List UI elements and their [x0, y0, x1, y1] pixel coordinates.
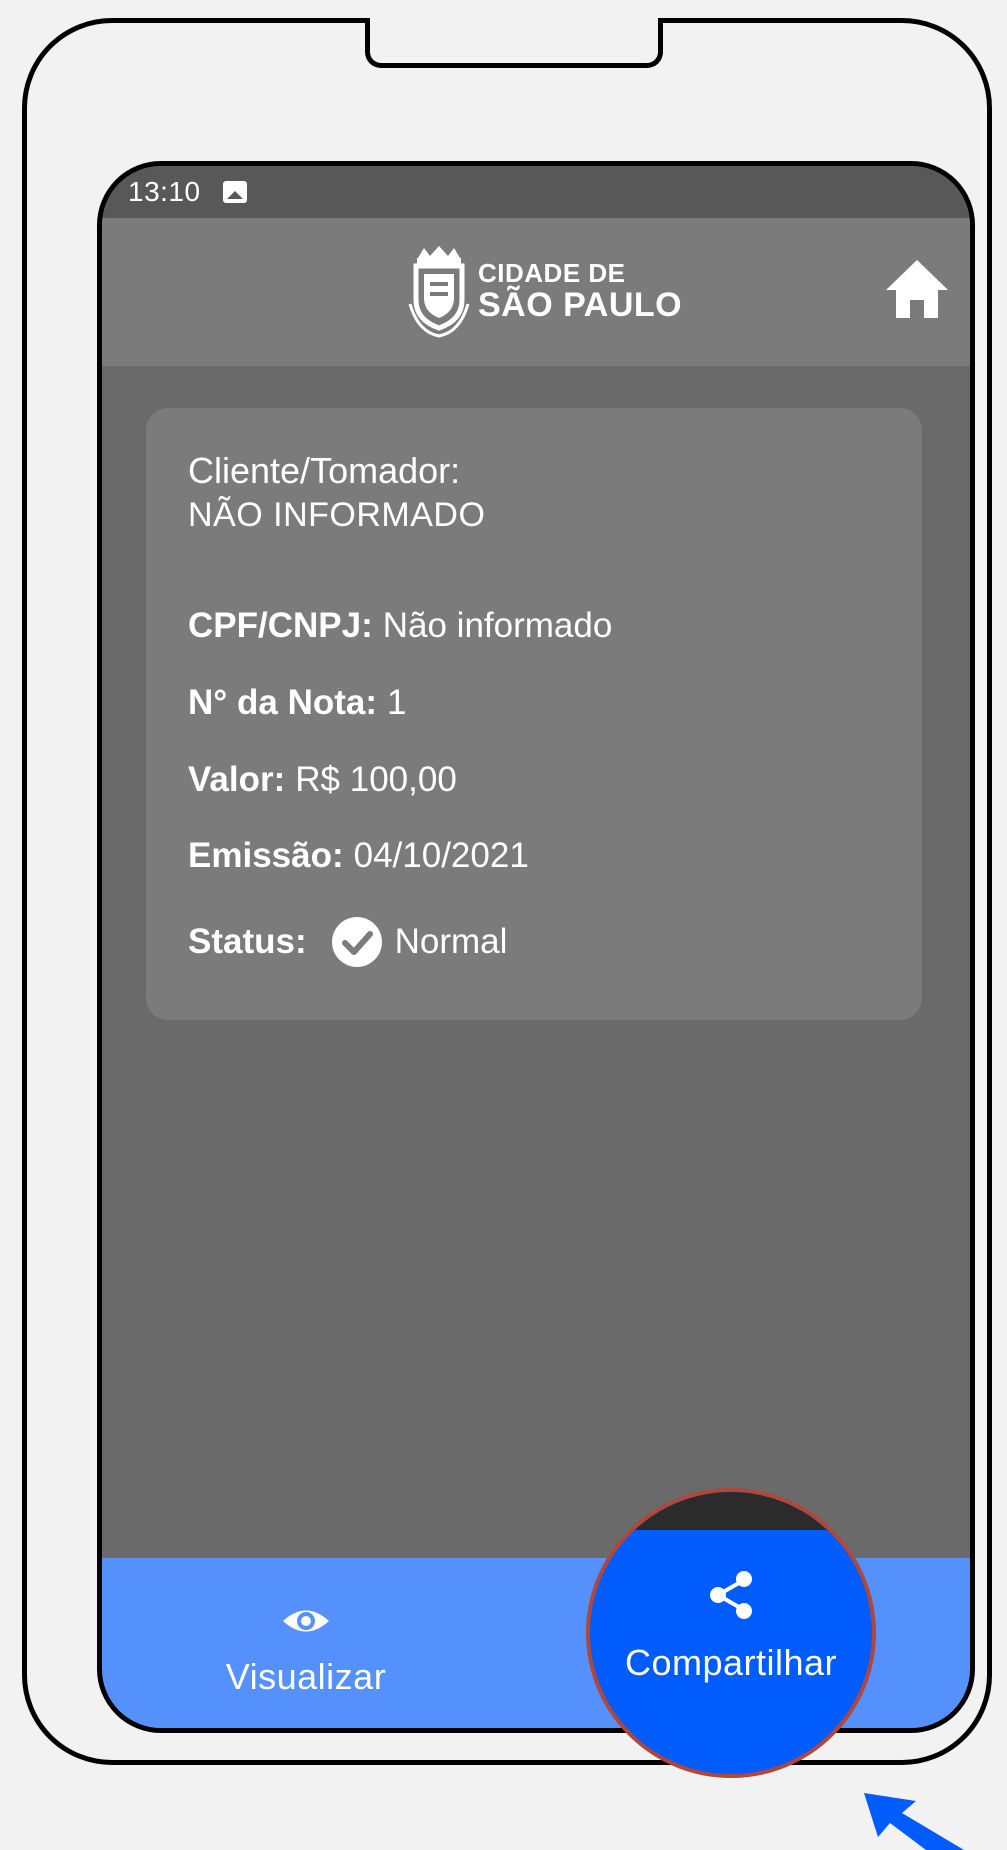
issue-date-row: Emissão: 04/10/2021: [188, 836, 529, 876]
status-bar: 13:10: [102, 166, 970, 218]
share-label: Compartilhar: [624, 1642, 838, 1683]
issue-date-value: 04/10/2021: [353, 836, 529, 875]
client-value: NÃO INFORMADO: [188, 496, 486, 534]
eye-icon: [283, 1610, 329, 1632]
invoice-number-label: N° da Nota:: [188, 683, 377, 722]
phone-notch: [365, 18, 663, 68]
invoice-number-value: 1: [387, 683, 407, 722]
check-circle-icon: [331, 917, 382, 967]
invoice-number-row: N° da Nota: 1: [188, 683, 406, 723]
coat-of-arms-icon: [408, 246, 470, 338]
status-label: Status:: [188, 922, 307, 961]
client-label: Cliente/Tomador:: [188, 450, 461, 491]
image-icon: [222, 181, 247, 203]
share-button[interactable]: Compartilhar: [586, 1488, 876, 1778]
issue-date-label: Emissão:: [188, 836, 344, 875]
amount-value: R$ 100,00: [295, 760, 457, 799]
amount-label: Valor:: [188, 760, 286, 799]
pointer-arrow-icon: [864, 1793, 964, 1850]
invoice-card: Cliente/Tomador: NÃO INFORMADO CPF/CNPJ:…: [146, 408, 922, 1020]
logo-line-1: CIDADE DE: [478, 258, 626, 288]
logo-line-2: SÃO PAULO: [478, 286, 683, 324]
view-label: Visualizar: [225, 1656, 387, 1697]
document-label: CPF/CNPJ:: [188, 606, 373, 645]
app-header: CIDADE DE SÃO PAULO: [102, 218, 970, 366]
city-logo: CIDADE DE SÃO PAULO: [408, 244, 682, 338]
document-value: Não informado: [382, 606, 613, 645]
view-button[interactable]: Visualizar: [206, 1558, 406, 1728]
document-row: CPF/CNPJ: Não informado: [188, 606, 612, 646]
home-button[interactable]: [884, 258, 950, 320]
status-value: Normal: [394, 922, 508, 961]
status-row: Status: Normal: [188, 916, 507, 968]
share-icon: [710, 1571, 752, 1619]
amount-row: Valor: R$ 100,00: [188, 760, 457, 800]
status-time: 13:10: [128, 176, 201, 207]
home-icon: [886, 260, 948, 318]
